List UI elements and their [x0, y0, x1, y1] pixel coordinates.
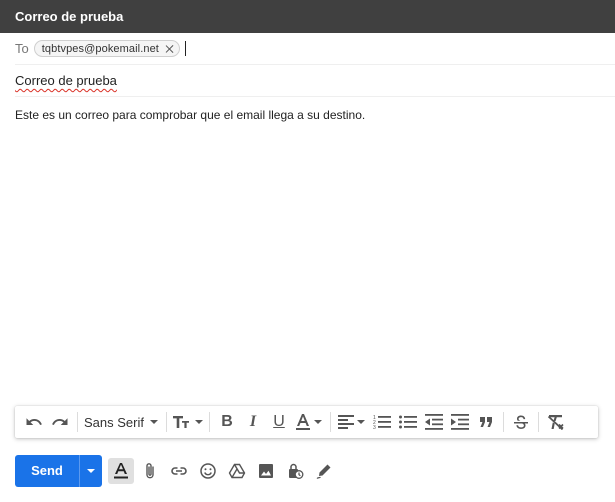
compose-title-bar: Correo de prueba — [0, 0, 615, 33]
italic-icon[interactable]: I — [240, 409, 266, 435]
font-family-select[interactable]: Sans Serif — [82, 415, 162, 430]
svg-text:3: 3 — [373, 425, 376, 430]
align-icon[interactable] — [335, 409, 369, 435]
quote-icon[interactable] — [473, 409, 499, 435]
compose-actions-bar: Send — [15, 455, 337, 487]
send-button-group: Send — [15, 455, 102, 487]
toolbar-divider — [165, 412, 167, 432]
attach-icon[interactable] — [137, 458, 163, 484]
to-field[interactable]: To tqbtvpes@pokemail.net — [15, 33, 615, 65]
drive-icon[interactable] — [224, 458, 250, 484]
bulleted-list-icon[interactable] — [395, 409, 421, 435]
numbered-list-icon[interactable]: 123 — [369, 409, 395, 435]
toolbar-divider — [502, 412, 504, 432]
link-icon[interactable] — [166, 458, 192, 484]
compose-title: Correo de prueba — [15, 9, 124, 24]
redo-icon[interactable] — [47, 409, 73, 435]
message-body[interactable]: Este es un correo para comprobar que el … — [15, 97, 600, 397]
chevron-down-icon — [314, 420, 323, 424]
text-cursor — [184, 41, 186, 56]
signature-icon[interactable] — [311, 458, 337, 484]
more-send-options-button[interactable] — [79, 455, 102, 487]
subject-text: Correo de prueba — [15, 73, 117, 88]
toolbar-divider — [77, 412, 78, 432]
to-label: To — [15, 41, 29, 56]
underline-icon[interactable]: U — [266, 409, 292, 435]
formatting-toolbar: Sans Serif B I U 123 — [15, 406, 598, 438]
recipient-chip[interactable]: tqbtvpes@pokemail.net — [33, 40, 180, 57]
send-button[interactable]: Send — [15, 455, 79, 487]
message-body-text: Este es un correo para comprobar que el … — [15, 108, 366, 122]
bold-icon[interactable]: B — [214, 409, 240, 435]
toolbar-divider — [537, 412, 539, 432]
recipient-email: tqbtvpes@pokemail.net — [41, 42, 159, 55]
toolbar-divider — [329, 412, 331, 432]
subject-field[interactable]: Correo de prueba — [15, 65, 615, 97]
font-family-value: Sans Serif — [84, 414, 144, 430]
confidential-mode-icon[interactable] — [282, 458, 308, 484]
remove-formatting-icon[interactable] — [543, 409, 569, 435]
toolbar-divider — [208, 412, 210, 432]
chevron-down-icon — [357, 420, 366, 424]
emoji-icon[interactable] — [195, 458, 221, 484]
indent-more-icon[interactable] — [447, 409, 473, 435]
undo-icon[interactable] — [21, 409, 47, 435]
font-size-icon[interactable] — [171, 409, 205, 435]
photo-icon[interactable] — [253, 458, 279, 484]
chevron-down-icon — [87, 469, 95, 473]
remove-recipient-icon[interactable] — [165, 44, 175, 54]
formatting-options-icon[interactable] — [108, 458, 134, 484]
chevron-down-icon — [195, 420, 204, 424]
chevron-down-icon — [149, 420, 158, 424]
strikethrough-icon[interactable] — [508, 409, 534, 435]
indent-less-icon[interactable] — [421, 409, 447, 435]
text-color-icon[interactable] — [292, 409, 326, 435]
